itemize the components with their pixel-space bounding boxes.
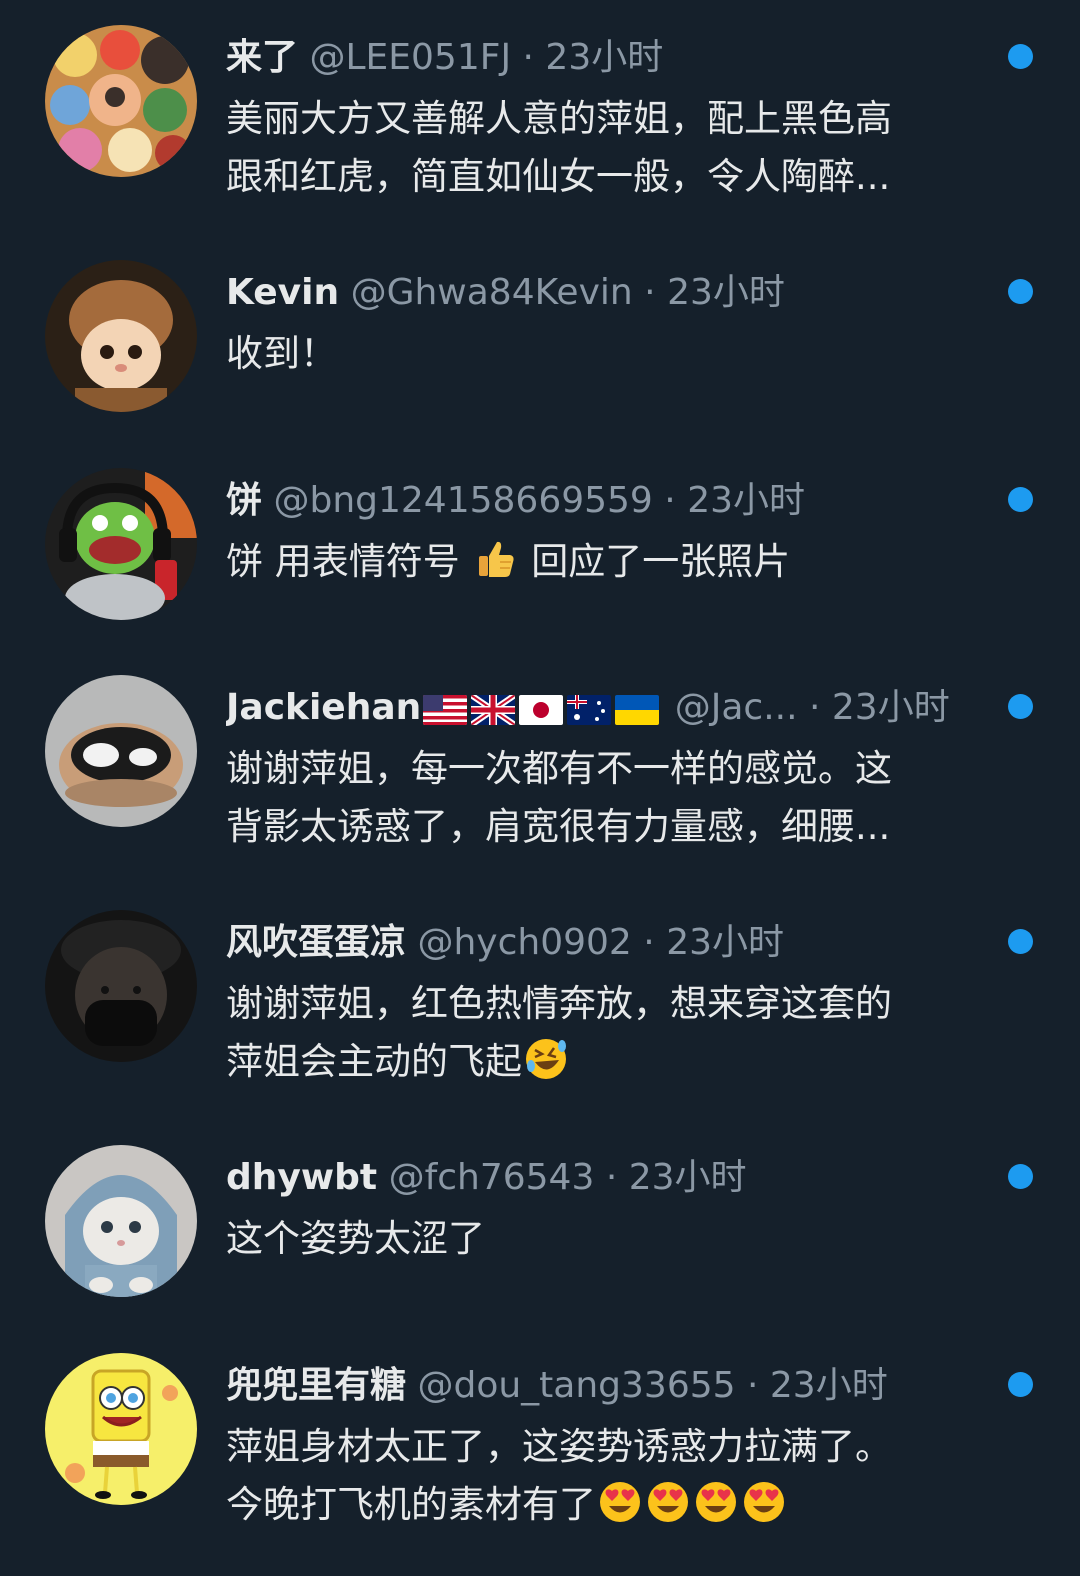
reply-text: 收到！ xyxy=(226,325,966,383)
display-name[interactable]: Jackiehan xyxy=(226,687,421,728)
reply-text-line: 收到！ xyxy=(226,332,337,375)
avatar[interactable] xyxy=(45,1353,197,1505)
avatar[interactable] xyxy=(45,260,197,412)
reply-header: Kevin @Ghwa84Kevin · 23小时 xyxy=(226,263,986,323)
user-handle[interactable]: @Jac... xyxy=(675,687,798,728)
timestamp[interactable]: 23小时 xyxy=(687,480,805,521)
thumbs-up-icon xyxy=(473,536,519,582)
reply-text: 美丽大方又善解人意的萍姐，配上黑色高 跟和红虎，简直如仙女一般，令人陶醉... xyxy=(226,90,966,206)
separator-dot: · xyxy=(746,1365,759,1406)
user-handle[interactable]: @fch76543 xyxy=(389,1157,595,1198)
reply-text-segment: 萍姐会主动的飞起 xyxy=(226,1040,522,1083)
reply-text: 萍姐身材太正了，这姿势诱惑力拉满了。 今晚打飞机的素材有了 xyxy=(226,1418,966,1534)
user-handle[interactable]: @dou_tang33655 xyxy=(417,1365,735,1406)
avatar[interactable] xyxy=(45,675,197,827)
user-handle[interactable]: @hych0902 xyxy=(417,922,631,963)
unread-indicator xyxy=(1008,44,1033,69)
user-handle[interactable]: @Ghwa84Kevin xyxy=(351,272,633,313)
flag-emoji-group xyxy=(423,679,663,738)
reply-header: 来了 @LEE051FJ · 23小时 xyxy=(226,28,986,88)
reply-text: 这个姿势太涩了 xyxy=(226,1210,966,1268)
reply-text: 谢谢萍姐，每一次都有不一样的感觉。这 背影太诱惑了，肩宽很有力量感，细腰... xyxy=(226,740,966,856)
separator-dot: · xyxy=(644,272,656,313)
reply-text-segment: 今晚打飞机的素材有了 xyxy=(226,1483,596,1526)
reply-header: 风吹蛋蛋凉 @hych0902 · 23小时 xyxy=(226,913,986,973)
display-name[interactable]: 饼 xyxy=(226,480,262,521)
reply-item[interactable]: dhywbt @fch76543 · 23小时 这个姿势太涩了 xyxy=(0,1145,1080,1368)
reply-item[interactable]: Kevin @Ghwa84Kevin · 23小时 收到！ xyxy=(0,260,1080,483)
au-flag-icon xyxy=(567,695,612,725)
unread-indicator xyxy=(1008,929,1033,954)
avatar[interactable] xyxy=(45,25,197,177)
separator-dot: · xyxy=(605,1157,618,1198)
user-handle[interactable]: @LEE051FJ xyxy=(309,37,511,78)
display-name[interactable]: 兜兜里有糖 xyxy=(226,1365,406,1406)
reply-text-line: 谢谢萍姐，红色热情奔放，想来穿这套的 xyxy=(226,982,892,1025)
heart-eyes-icon xyxy=(741,1479,787,1525)
reply-text-line: 跟和红虎，简直如仙女一般，令人陶醉... xyxy=(226,155,891,198)
display-name[interactable]: Kevin xyxy=(226,272,339,313)
unread-indicator xyxy=(1008,1372,1033,1397)
reply-text-line: 这个姿势太涩了 xyxy=(226,1217,485,1260)
reply-header: 兜兜里有糖 @dou_tang33655 · 23小时 xyxy=(226,1356,986,1416)
avatar[interactable] xyxy=(45,910,197,1062)
reply-text-line: 萍姐身材太正了，这姿势诱惑力拉满了。 xyxy=(226,1425,892,1468)
reply-item[interactable]: 来了 @LEE051FJ · 23小时 美丽大方又善解人意的萍姐，配上黑色高 跟… xyxy=(0,25,1080,248)
timestamp[interactable]: 23小时 xyxy=(832,687,950,728)
rolling-laughing-icon xyxy=(523,1036,569,1082)
separator-dot: · xyxy=(809,687,821,728)
us-flag-icon xyxy=(423,695,468,725)
user-handle[interactable]: @bng124158669559 xyxy=(273,480,652,521)
unread-indicator xyxy=(1008,487,1033,512)
ua-flag-icon xyxy=(615,695,660,725)
timestamp[interactable]: 23小时 xyxy=(545,37,663,78)
reply-text-line: 美丽大方又善解人意的萍姐，配上黑色高 xyxy=(226,97,892,140)
separator-dot: · xyxy=(643,922,655,963)
timestamp[interactable]: 23小时 xyxy=(667,272,785,313)
reply-header: 饼 @bng124158669559 · 23小时 xyxy=(226,471,986,531)
separator-dot: · xyxy=(522,37,534,78)
jp-flag-icon xyxy=(519,695,564,725)
avatar[interactable] xyxy=(45,1145,197,1297)
reply-text-line: 萍姐会主动的飞起 xyxy=(226,1033,966,1091)
reply-text-line: 今晚打飞机的素材有了 xyxy=(226,1476,966,1534)
timestamp[interactable]: 23小时 xyxy=(666,922,784,963)
timestamp[interactable]: 23小时 xyxy=(770,1365,888,1406)
reply-text-line: 饼 用表情符号 回应了一张照片 xyxy=(226,533,966,591)
reply-text: 谢谢萍姐，红色热情奔放，想来穿这套的 萍姐会主动的飞起 xyxy=(226,975,966,1091)
uk-flag-icon xyxy=(471,695,516,725)
heart-eyes-icon xyxy=(693,1479,739,1525)
reply-item[interactable]: Jackiehan @Jac... · 23小时 谢谢萍姐，每一次都有不一样的感… xyxy=(0,675,1080,898)
display-name[interactable]: dhywbt xyxy=(226,1157,377,1198)
display-name[interactable]: 来了 xyxy=(226,37,298,78)
reply-text-line: 背影太诱惑了，肩宽很有力量感，细腰... xyxy=(226,805,891,848)
reply-text: 饼 用表情符号 回应了一张照片 xyxy=(226,533,966,591)
unread-indicator xyxy=(1008,279,1033,304)
display-name[interactable]: 风吹蛋蛋凉 xyxy=(226,922,406,963)
avatar[interactable] xyxy=(45,468,197,620)
heart-eyes-icon xyxy=(645,1479,691,1525)
reply-header: Jackiehan @Jac... · 23小时 xyxy=(226,678,986,738)
reply-header: dhywbt @fch76543 · 23小时 xyxy=(226,1148,986,1208)
heart-eyes-icon xyxy=(597,1479,643,1525)
reply-text-after: 回应了一张照片 xyxy=(531,540,791,583)
unread-indicator xyxy=(1008,694,1033,719)
unread-indicator xyxy=(1008,1164,1033,1189)
replies-feed: 来了 @LEE051FJ · 23小时 美丽大方又善解人意的萍姐，配上黑色高 跟… xyxy=(0,0,1080,1550)
reply-item[interactable]: 饼 @bng124158669559 · 23小时 饼 用表情符号 回应了一张照… xyxy=(0,468,1080,691)
reply-text-line: 谢谢萍姐，每一次都有不一样的感觉。这 xyxy=(226,747,892,790)
reply-item[interactable]: 风吹蛋蛋凉 @hych0902 · 23小时 谢谢萍姐，红色热情奔放，想来穿这套… xyxy=(0,910,1080,1133)
reply-item[interactable]: 兜兜里有糖 @dou_tang33655 · 23小时 萍姐身材太正了，这姿势诱… xyxy=(0,1353,1080,1576)
separator-dot: · xyxy=(664,480,676,521)
timestamp[interactable]: 23小时 xyxy=(629,1157,747,1198)
reply-text-before: 饼 用表情符号 xyxy=(226,540,460,583)
